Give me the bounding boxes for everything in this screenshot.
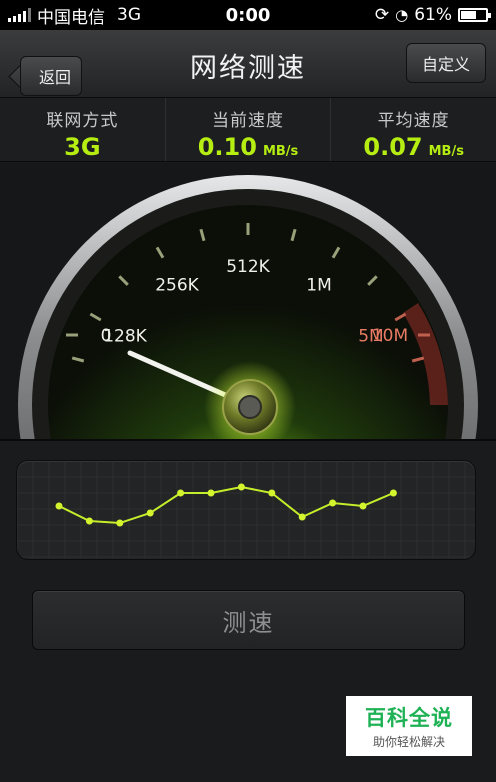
status-bar: 中国电信 3G 0:00 ⟳ ◔ 61% bbox=[0, 0, 496, 30]
stat-value: 3G bbox=[0, 133, 165, 161]
stat-current-speed: 当前速度 0.10 MB/s bbox=[166, 98, 332, 161]
back-button[interactable]: 返回 bbox=[20, 56, 82, 96]
speed-graph bbox=[16, 460, 476, 560]
stat-connection-type: 联网方式 3G bbox=[0, 98, 166, 161]
stat-label: 当前速度 bbox=[212, 111, 284, 131]
speed-test-label: 测速 bbox=[222, 608, 275, 637]
watermark-logo: 百科全说 助你轻松解决 bbox=[346, 696, 472, 756]
speed-gauge: 0 128K 256K 512K 1M 5M 10M bbox=[0, 163, 496, 441]
gauge-svg: 0128K256K512K1M5M10M bbox=[18, 175, 478, 439]
graph-point bbox=[207, 489, 215, 497]
stats-bar: 联网方式 3G 当前速度 0.10 MB/s 平均速度 0.07 MB/s bbox=[0, 98, 496, 162]
graph-grid bbox=[17, 461, 475, 559]
stat-average-speed: 平均速度 0.07 MB/s bbox=[331, 98, 496, 161]
graph-point bbox=[298, 513, 306, 521]
stat-number: 3G bbox=[64, 133, 101, 161]
graph-point bbox=[85, 517, 93, 525]
graph-point bbox=[146, 509, 154, 517]
stat-number: 0.07 bbox=[363, 133, 423, 161]
gauge-label-2: 256K bbox=[155, 275, 199, 295]
nav-bar: 返回 网络测速 自定义 bbox=[0, 30, 496, 98]
gauge-label-1: 128K bbox=[103, 326, 147, 346]
battery-percent: 61% bbox=[414, 5, 452, 25]
signal-icon bbox=[8, 8, 31, 22]
graph-point bbox=[359, 502, 367, 510]
rotation-lock-icon: ⟳ bbox=[374, 5, 390, 25]
carrier-name: 中国电信 bbox=[37, 7, 105, 28]
stat-label: 平均速度 bbox=[377, 111, 450, 131]
graph-point bbox=[329, 499, 337, 507]
gauge-label-6: 10M bbox=[372, 326, 408, 346]
graph-line bbox=[58, 485, 394, 525]
gauge-hub-center bbox=[238, 395, 262, 419]
watermark-main: 百科全说 bbox=[365, 706, 453, 730]
stat-value: 0.07 MB/s bbox=[331, 133, 496, 161]
speed-graph-svg bbox=[17, 461, 475, 559]
custom-button-label: 自定义 bbox=[421, 55, 470, 74]
clock-icon: ◔ bbox=[395, 6, 409, 24]
gauge-label-4: 1M bbox=[306, 275, 331, 295]
graph-point bbox=[268, 489, 276, 497]
battery-fill bbox=[461, 11, 476, 19]
stat-unit: MB/s bbox=[262, 144, 299, 159]
speed-test-button[interactable]: 测速 bbox=[32, 590, 465, 650]
gauge-label-3: 512K bbox=[226, 257, 270, 277]
battery-icon bbox=[458, 8, 491, 22]
stat-label: 联网方式 bbox=[46, 111, 119, 131]
stat-number: 0.10 bbox=[197, 133, 257, 161]
graph-point bbox=[389, 489, 397, 497]
graph-point bbox=[55, 502, 63, 510]
graph-point bbox=[116, 519, 124, 527]
watermark-sub: 助你轻松解决 bbox=[372, 735, 445, 749]
graph-point bbox=[237, 483, 245, 491]
network-type: 3G bbox=[117, 5, 141, 25]
status-right: ⟳ ◔ 61% bbox=[374, 5, 491, 25]
stat-unit: MB/s bbox=[428, 144, 464, 159]
back-button-label: 返回 bbox=[38, 68, 71, 87]
status-left: 中国电信 3G bbox=[8, 3, 141, 28]
stat-value: 0.10 MB/s bbox=[166, 133, 331, 161]
graph-point bbox=[177, 489, 185, 497]
custom-button[interactable]: 自定义 bbox=[406, 43, 486, 83]
